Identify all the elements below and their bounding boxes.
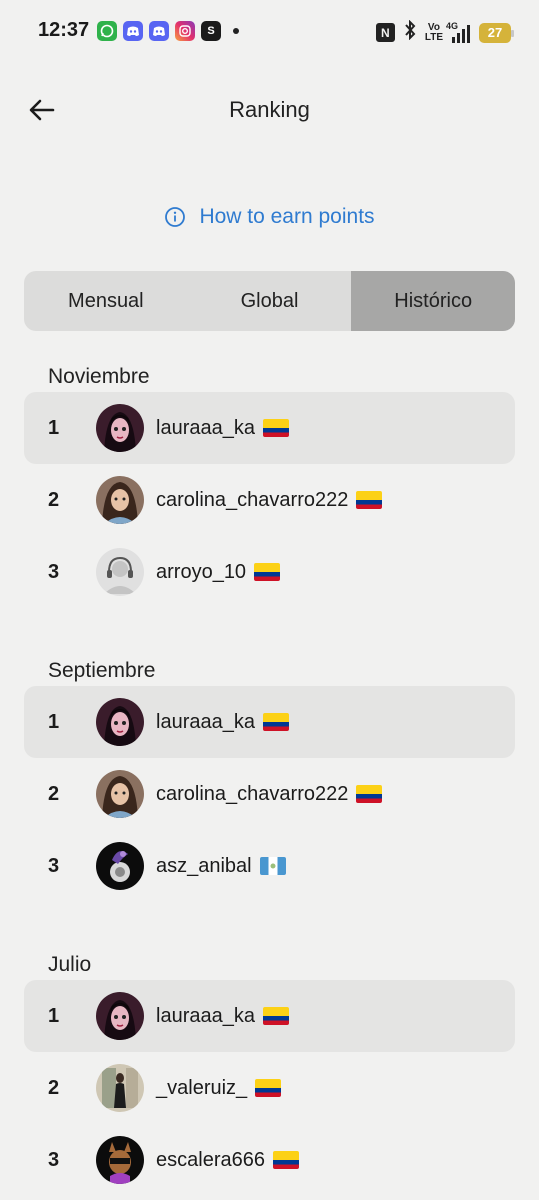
username-text: carolina_chavarro222 [156,488,349,511]
username: lauraaa_ka [156,417,289,440]
avatar [96,770,144,818]
ranking-row[interactable]: 2 carolina_chavarro222 [24,464,515,536]
network-type: 4G [446,20,459,31]
username: asz_anibal [156,855,286,878]
colombia-flag-icon [254,563,281,581]
colombia-flag-icon [272,1151,299,1169]
app-s-icon: S [201,21,221,41]
volte-bottom: LTE [424,31,443,43]
username: _valeruiz_ [156,1076,282,1100]
username: lauraaa_ka [156,711,289,734]
battery-icon: 27 [479,22,514,43]
username: carolina_chavarro222 [156,488,383,512]
tab-historico[interactable]: Histórico [351,271,515,331]
info-icon [165,207,186,227]
username: escalera666 [156,1149,299,1172]
whatsapp-icon [97,21,117,41]
username-text: lauraaa_ka [156,710,255,733]
avatar [96,1064,144,1112]
username: arroyo_10 [156,560,281,584]
avatar [96,992,144,1040]
rank-number: 2 [48,488,60,511]
avatar [96,1136,144,1184]
rank-number: 3 [48,1148,60,1171]
battery-level: 27 [487,25,503,40]
username-text: asz_anibal [156,854,252,877]
colombia-flag-icon [356,785,383,803]
tab-mensual[interactable]: Mensual [24,271,188,331]
signal-icon: 4G [446,21,470,43]
tab-global[interactable]: Global [188,271,352,331]
rank-number: 2 [48,782,60,805]
earn-points-label: How to earn points [199,205,375,228]
page-title: Ranking [229,97,310,122]
username-text: lauraaa_ka [156,416,255,439]
colombia-flag-icon [262,1007,289,1025]
section-title: Julio [48,953,92,976]
more-notifications-dot [233,28,239,34]
rank-number: 1 [48,416,60,439]
ranking-row[interactable]: 3 escalera666 [24,1124,515,1196]
colombia-flag-icon [255,1079,282,1097]
nfc-icon: N [375,23,395,42]
ranking-row[interactable]: 2 carolina_chavarro222 [24,758,515,830]
discord-icon [149,21,169,41]
rank-number: 1 [48,1004,60,1027]
default-avatar-icon [96,548,144,596]
instagram-icon [175,21,195,41]
guatemala-flag-icon [259,857,286,875]
ranking-row[interactable]: 1 lauraaa_ka [24,686,515,758]
ranking-row[interactable]: 2 _valeruiz_ [24,1052,515,1124]
username-text: _valeruiz_ [156,1076,248,1099]
colombia-flag-icon [262,419,289,437]
username-text: escalera666 [156,1148,265,1171]
volte-icon: Vo LTE [424,22,443,43]
rank-number: 3 [48,560,60,583]
username: carolina_chavarro222 [156,782,383,806]
colombia-flag-icon [356,491,383,509]
avatar [96,404,144,452]
ranking-tabs: Mensual Global Histórico [24,271,515,331]
username-text: lauraaa_ka [156,1004,255,1027]
ranking-row[interactable]: 1 lauraaa_ka [24,392,515,464]
notification-icons: S [97,21,239,41]
how-to-earn-points-link[interactable]: How to earn points [0,205,539,229]
bluetooth-icon [404,19,416,45]
ranking-row[interactable]: 3 arroyo_10 [24,536,515,608]
system-icons: N Vo LTE 4G 27 [375,19,514,45]
avatar [96,476,144,524]
section-title: Septiembre [48,659,156,682]
ranking-row[interactable]: 1 lauraaa_ka [24,980,515,1052]
ranking-row[interactable]: 3 asz_anibal [24,830,515,902]
status-time: 12:37 [38,19,90,41]
username-text: arroyo_10 [156,560,247,583]
username: lauraaa_ka [156,1005,289,1028]
colombia-flag-icon [262,713,289,731]
discord-icon [123,21,143,41]
username-text: carolina_chavarro222 [156,782,349,805]
avatar [96,698,144,746]
status-bar: 12:37 S N Vo LTE 4G 27 [0,0,539,62]
section-title: Noviembre [48,365,150,388]
rank-number: 3 [48,854,60,877]
rank-number: 2 [48,1076,60,1099]
avatar [96,842,144,890]
rank-number: 1 [48,710,60,733]
